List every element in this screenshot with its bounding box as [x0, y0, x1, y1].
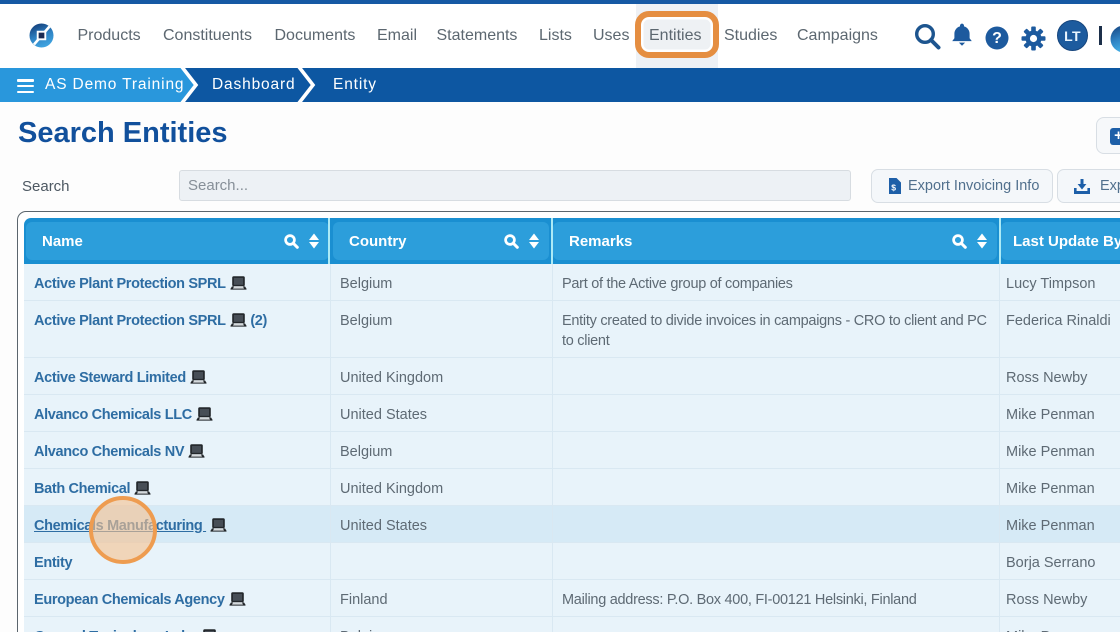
- svg-text:$: $: [891, 183, 896, 193]
- svg-text:?: ?: [992, 30, 1002, 47]
